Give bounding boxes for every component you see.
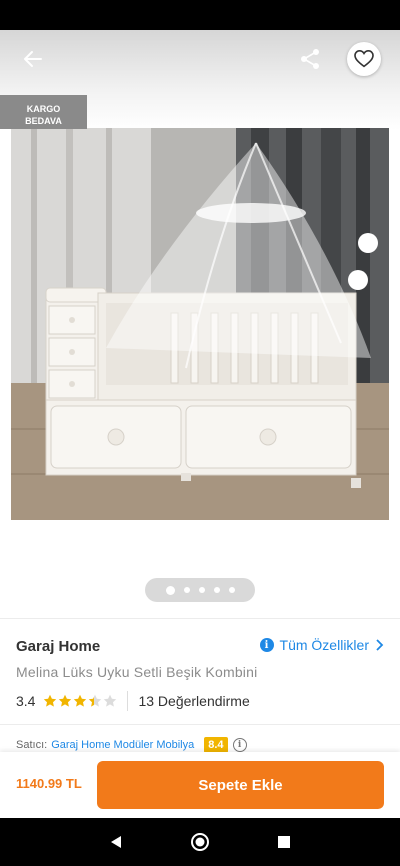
seller-score-badge: 8.4 — [204, 737, 228, 753]
seller-label: Satıcı: — [16, 739, 48, 751]
info-icon: i — [259, 638, 274, 652]
arrow-left-icon — [24, 51, 42, 67]
rating-value: 3.4 — [16, 693, 36, 709]
triangle-back-icon — [111, 836, 121, 848]
review-count[interactable]: 13 Değerlendirme — [138, 693, 249, 709]
square-recents-icon — [278, 836, 290, 848]
share-button[interactable] — [292, 42, 328, 76]
free-shipping-badge: KARGO BEDAVA — [0, 95, 87, 129]
system-nav-bar — [0, 818, 400, 866]
pagination-dot[interactable] — [165, 585, 175, 595]
favorite-button[interactable] — [347, 42, 381, 76]
badge-line2: BEDAVA — [25, 115, 62, 126]
add-to-cart-button[interactable]: Sepete Ekle — [97, 761, 384, 809]
star-icon — [89, 694, 102, 707]
product-screen: KARGO BEDAVA Garaj Home i Tüm Özellikler… — [0, 30, 400, 818]
divider — [0, 618, 400, 619]
product-photo[interactable] — [11, 128, 389, 520]
product-price: 1140.99 TL — [16, 776, 82, 791]
rating-row[interactable]: 3.4 13 Değerlendirme — [16, 691, 250, 711]
info-icon[interactable]: i — [232, 738, 247, 752]
back-button[interactable] — [14, 42, 52, 76]
nav-home-button[interactable] — [188, 830, 212, 854]
product-title: Melina Lüks Uyku Setli Beşik Kombini — [16, 664, 258, 680]
all-features-link[interactable]: i Tüm Özellikler — [259, 637, 384, 653]
seller-name-link[interactable]: Garaj Home Modüler Mobilya — [51, 739, 194, 751]
rating-stars — [43, 694, 117, 708]
star-icon — [104, 694, 117, 707]
home-circle-icon — [191, 833, 209, 851]
pagination-dot[interactable] — [228, 587, 235, 593]
product-gallery[interactable]: KARGO BEDAVA — [0, 30, 400, 618]
separator — [127, 691, 129, 711]
all-features-label: Tüm Özellikler — [279, 637, 369, 653]
chevron-right-icon — [376, 639, 384, 651]
divider — [0, 724, 400, 725]
crib-illustration — [11, 128, 389, 520]
heart-outline-icon — [354, 50, 374, 68]
nav-back-button[interactable] — [104, 830, 128, 854]
share-icon — [301, 49, 319, 69]
pagination-dot[interactable] — [183, 587, 190, 593]
status-bar — [0, 0, 400, 30]
nav-recents-button[interactable] — [272, 830, 296, 854]
badge-line1: KARGO — [26, 103, 61, 114]
brand-name[interactable]: Garaj Home — [16, 638, 100, 655]
star-icon — [44, 694, 57, 707]
star-icon — [74, 694, 87, 707]
gallery-pagination[interactable] — [145, 578, 255, 602]
pagination-dot[interactable] — [213, 587, 220, 593]
pagination-dot[interactable] — [198, 587, 205, 593]
star-icon — [59, 694, 72, 707]
bottom-action-bar: 1140.99 TL Sepete Ekle — [0, 752, 400, 818]
